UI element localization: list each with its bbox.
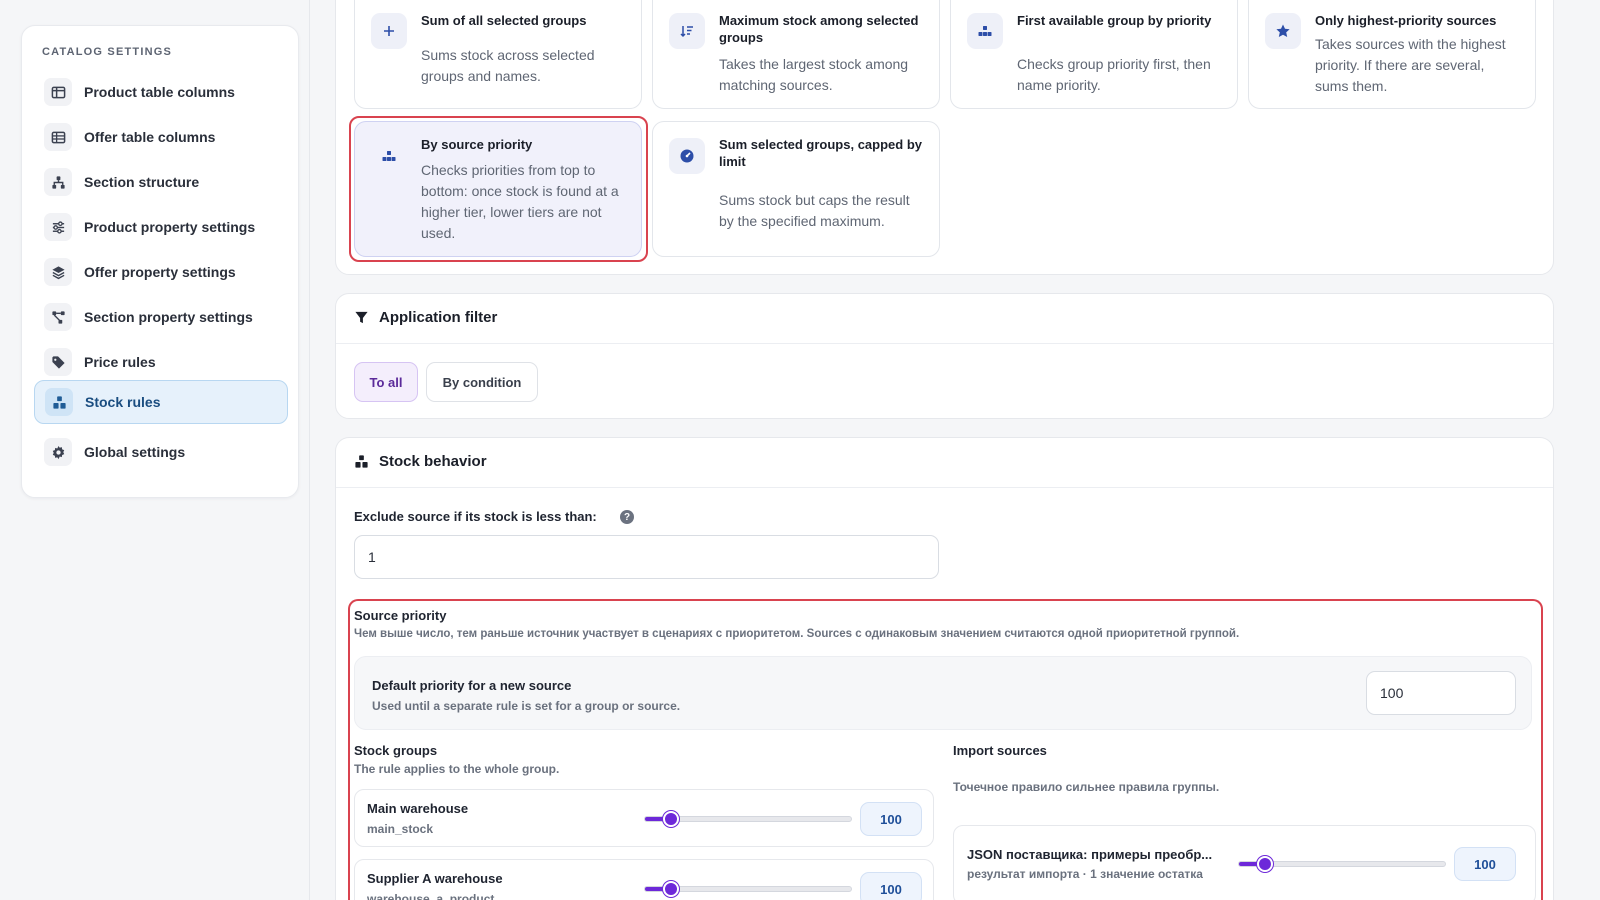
strategy-title: Only highest-priority sources [1315, 13, 1497, 28]
strategy-desc: Sums stock across selected groups and na… [421, 47, 595, 84]
strategy-card-highest-priority[interactable]: Only highest-priority sources Takes sour… [1248, 0, 1536, 109]
boxes-icon [355, 455, 368, 468]
sidebar-item-label: Global settings [84, 444, 186, 460]
filter-icon [355, 311, 368, 324]
strategy-desc: Sums stock but caps the result by the sp… [719, 192, 910, 229]
sidebar-card: CATALOG SETTINGS Product table columns O… [21, 25, 299, 498]
sidebar-item-price-rules[interactable]: Price rules [34, 340, 288, 384]
source-name: JSON поставщика: примеры преобр... [967, 847, 1213, 862]
sidebar-item-label: Product table columns [84, 84, 235, 100]
stock-group-row: Supplier A warehouse warehouse_a_product… [354, 859, 934, 900]
sidebar-item-stock-rules[interactable]: Stock rules [34, 380, 288, 424]
group-name: Main warehouse [367, 801, 469, 816]
import-sources-title: Import sources [953, 743, 1047, 758]
sidebar-item-label: Price rules [84, 354, 156, 370]
behavior-title: Stock behavior [379, 453, 487, 470]
strategy-panel: Sum of all selected groups Sums stock ac… [335, 0, 1554, 275]
columns-icon [44, 78, 72, 106]
slider-thumb[interactable] [1257, 856, 1273, 872]
gear-icon [44, 438, 72, 466]
default-priority-input[interactable]: 100 [1366, 671, 1516, 715]
sidebar-title: CATALOG SETTINGS [42, 46, 173, 58]
stock-group-row: Main warehouse main_stock 100 [354, 789, 934, 847]
strategy-title: First available group by priority [1017, 13, 1212, 28]
filter-header: Application filter [354, 309, 497, 326]
group-code: warehouse_a_product [367, 892, 495, 900]
sidebar-item-global-settings[interactable]: Global settings [34, 430, 288, 474]
source-priority-desc: Чем выше число, тем раньше источник учас… [354, 628, 1240, 640]
strategy-desc: Takes sources with the highest priority.… [1315, 36, 1506, 94]
strategy-desc: Checks group priority first, then name p… [1017, 56, 1211, 93]
default-priority-label: Default priority for a new source [372, 678, 572, 693]
group-name: Supplier A warehouse [367, 871, 503, 886]
strategy-title: Sum selected groups, capped by limit [719, 137, 922, 169]
sidebar-item-label: Product property settings [84, 219, 256, 235]
source-meta: результат импорта · 1 значение остатка [967, 867, 1203, 881]
divider [336, 343, 1553, 344]
import-sources-sub: Точечное правило сильнее правила группы. [953, 780, 1220, 794]
stock-groups-title: Stock groups [354, 743, 438, 758]
group-code: main_stock [367, 822, 434, 836]
strategy-title: Maximum stock among selected groups [719, 13, 919, 45]
strategy-desc: Checks priorities from top to bottom: on… [421, 162, 619, 241]
slider-thumb[interactable] [663, 881, 679, 897]
sidebar-item-label: Section property settings [84, 309, 253, 325]
strategy-card-maximum[interactable]: Maximum stock among selected groups Take… [652, 0, 940, 109]
sitemap-icon [44, 168, 72, 196]
group-priority-slider[interactable] [644, 811, 852, 827]
divider [336, 487, 1553, 488]
exclude-threshold-input[interactable]: 1 [354, 535, 939, 579]
group-priority-value[interactable]: 100 [860, 872, 922, 900]
group-priority-slider[interactable] [644, 881, 852, 897]
sliders-icon [44, 213, 72, 241]
default-priority-sub: Used until a separate rule is set for a … [372, 699, 681, 713]
source-priority-value[interactable]: 100 [1454, 847, 1516, 881]
import-source-row: JSON поставщика: примеры преобр... резул… [953, 825, 1536, 900]
tag-icon [44, 348, 72, 376]
source-priority-slider[interactable] [1238, 856, 1446, 872]
strategy-desc: Takes the largest stock among matching s… [719, 56, 909, 93]
stock-groups-sub: The rule applies to the whole group. [354, 762, 560, 776]
sidebar-item-section-property-settings[interactable]: Section property settings [34, 295, 288, 339]
sidebar-item-offer-property-settings[interactable]: Offer property settings [34, 250, 288, 294]
gauge-icon [669, 138, 705, 174]
strategy-card-sum-all[interactable]: Sum of all selected groups Sums stock ac… [354, 0, 642, 109]
behavior-header: Stock behavior [354, 453, 487, 470]
sidebar-item-label: Offer table columns [84, 129, 216, 145]
strategy-card-first-available[interactable]: First available group by priority Checks… [950, 0, 1238, 109]
layers-icon [44, 258, 72, 286]
priority-blocks-icon [967, 13, 1003, 49]
strategy-card-by-source-priority[interactable]: By source priority Checks priorities fro… [354, 121, 642, 257]
default-priority-box: Default priority for a new source Used u… [354, 656, 1532, 730]
help-icon[interactable]: ? [620, 510, 634, 524]
sidebar-item-product-property-settings[interactable]: Product property settings [34, 205, 288, 249]
strategy-title: Sum of all selected groups [421, 13, 587, 28]
sort-desc-icon [669, 13, 705, 49]
sidebar-item-offer-table-columns[interactable]: Offer table columns [34, 115, 288, 159]
sidebar-item-section-structure[interactable]: Section structure [34, 160, 288, 204]
sidebar-area: CATALOG SETTINGS Product table columns O… [0, 0, 310, 900]
plus-icon [371, 13, 407, 49]
stock-behavior-panel: Stock behavior Exclude source if its sto… [335, 437, 1554, 900]
sidebar-item-label: Stock rules [85, 394, 161, 410]
exclude-label: Exclude source if its stock is less than… [354, 509, 597, 524]
boxes-icon [45, 388, 73, 416]
slider-thumb[interactable] [663, 811, 679, 827]
share-nodes-icon [44, 303, 72, 331]
star-icon [1265, 13, 1301, 49]
group-priority-value[interactable]: 100 [860, 802, 922, 836]
filter-title: Application filter [379, 309, 498, 326]
source-priority-title: Source priority [354, 608, 447, 623]
filter-to-all-button[interactable]: To all [354, 362, 418, 402]
sidebar-item-label: Section structure [84, 174, 200, 190]
sidebar-item-product-table-columns[interactable]: Product table columns [34, 70, 288, 114]
priority-blocks-icon [371, 138, 407, 174]
application-filter-panel: Application filter To all By condition [335, 293, 1554, 419]
filter-by-condition-button[interactable]: By condition [426, 362, 538, 402]
table-icon [44, 123, 72, 151]
strategy-title: By source priority [421, 137, 533, 152]
strategy-card-capped-sum[interactable]: Sum selected groups, capped by limit Sum… [652, 121, 940, 257]
sidebar-item-label: Offer property settings [84, 264, 236, 280]
